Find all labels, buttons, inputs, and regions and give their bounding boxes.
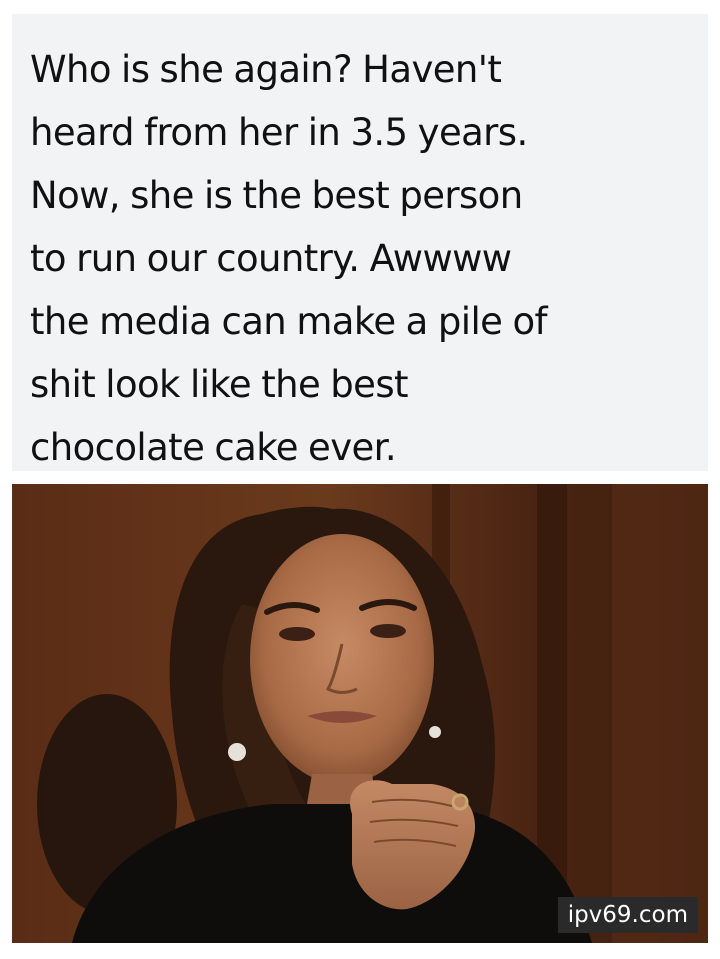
caption-line: chocolate cake ever. [30, 426, 397, 469]
caption-line: shit look like the best [30, 363, 409, 406]
caption-line: the media can make a pile of [30, 300, 548, 343]
caption-line: to run our country. Awwww [30, 237, 512, 280]
caption-line: Now, she is the best person [30, 174, 523, 217]
watermark-label: ipv69.com [557, 897, 698, 933]
right-earring [429, 726, 441, 738]
caption-line: heard from her in 3.5 years. [30, 111, 528, 154]
portrait-illustration [12, 484, 708, 943]
portrait-photo: ipv69.com [12, 484, 708, 943]
caption-panel: Who is she again? Haven't heard from her… [12, 14, 708, 471]
left-eye [279, 627, 315, 641]
right-eye [370, 624, 406, 638]
left-earring [228, 743, 246, 761]
caption-text: Who is she again? Haven't heard from her… [30, 38, 696, 479]
face [250, 534, 434, 784]
caption-line: Who is she again? Haven't [30, 48, 502, 91]
panel-right [612, 484, 708, 943]
meme-frame: Who is she again? Haven't heard from her… [0, 0, 720, 959]
